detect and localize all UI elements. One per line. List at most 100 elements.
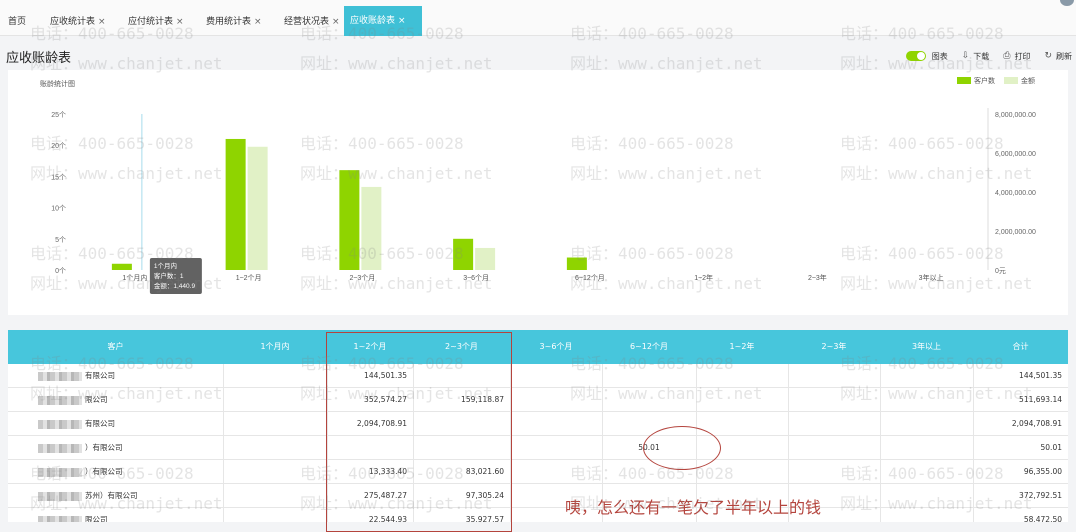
amount-cell (223, 388, 327, 412)
amount-cell (696, 388, 788, 412)
amount-cell: 511,693.14 (1019, 395, 1062, 404)
x-axis-tick-label: 1个月内 (122, 273, 147, 282)
page-title: 应收账龄表 (6, 51, 72, 66)
x-axis-tick-label: 3~6个月 (463, 274, 489, 282)
download-button[interactable]: ⇩ 下载 (962, 51, 990, 62)
column-header[interactable]: 6~12个月 (602, 330, 696, 364)
bar-customer-count (111, 263, 132, 270)
bar-amount (247, 146, 268, 270)
customer-name-cell: 有限公司 (38, 364, 223, 388)
y-axis-right-tick-label: 0元 (995, 267, 1006, 275)
y-axis-left-tick-label: 20个 (51, 142, 66, 150)
redacted-name (38, 467, 82, 477)
table-row[interactable]: 有限公司 2,094,708.91 2,094,708.91 (8, 412, 1068, 436)
column-header[interactable]: 3年以上 (880, 330, 973, 364)
y-axis-right-tick-label: 4,000,000.00 (995, 190, 1036, 197)
amount-cell (880, 388, 973, 412)
amount-cell: 372,792.51 (1019, 491, 1062, 500)
table-row[interactable]: 有限公司 144,501.35 144,501.35 (8, 364, 1068, 388)
legend-label-customer-count: 客户数 (974, 76, 995, 85)
tab-home[interactable]: 首页 (2, 8, 32, 36)
y-axis-left-tick-label: 25个 (51, 111, 66, 119)
table-row[interactable]: ）有限公司 13,333.40 83,021.60 96,355.00 (8, 460, 1068, 484)
amount-cell (788, 364, 880, 388)
amount-cell: 96,355.00 (1023, 467, 1062, 476)
amount-cell (880, 364, 973, 388)
toolbar: 图表 ⇩ 下载 ⎙ 打印 ↻ 刷新 (892, 48, 1072, 64)
bar-customer-count (566, 257, 587, 270)
amount-cell (223, 412, 327, 436)
customer-name-cell: 限公司 (38, 508, 223, 522)
y-axis-left-tick-label: 5个 (55, 236, 66, 244)
printer-icon: ⎙ (1003, 51, 1011, 61)
customer-name-text: 有限公司 (85, 371, 115, 380)
amount-cell (223, 436, 327, 460)
redacted-name (38, 443, 82, 453)
x-axis-tick-label: 6~12个月 (575, 274, 605, 282)
x-axis-tick-label: 2~3年 (808, 273, 827, 282)
amount-cell (223, 364, 327, 388)
print-button[interactable]: ⎙ 打印 (1003, 51, 1030, 62)
highlight-circle (643, 426, 721, 470)
amount-cell (510, 460, 602, 484)
amount-cell (788, 412, 880, 436)
aging-chart-card: 账龄统计图 0个 5个 10个 15个 20个 25个 0元 2,000,000.00 4,000… (8, 70, 1068, 315)
column-header[interactable]: 客户 (8, 330, 223, 364)
column-header[interactable]: 3~6个月 (510, 330, 602, 364)
bar-customer-count (339, 170, 360, 270)
aging-table: 客户 1个月内 1~2个月 2~3个月 3~6个月 6~12个月 1~2年 2~3年 3年以上合… (8, 330, 1068, 522)
amount-cell (788, 460, 880, 484)
table-row[interactable]: 限公司 352,574.27 159,118.87 511,693.14 (8, 388, 1068, 412)
amount-cell (880, 508, 973, 522)
amount-cell: 58,472.50 (1023, 515, 1062, 522)
tab-operation-status[interactable]: 经营状况表 × (278, 8, 346, 36)
avatar[interactable] (1060, 0, 1074, 6)
amount-cell (510, 364, 602, 388)
tooltip-count: 客户数：1 (154, 271, 184, 280)
annotation-text: 咦，怎么还有一笔欠了半年以上的钱 (565, 498, 822, 517)
refresh-icon: ↻ (1044, 51, 1052, 61)
column-header[interactable]: 1~2年 (696, 330, 788, 364)
download-icon: ⇩ (961, 51, 970, 61)
legend-swatch-amount (1004, 77, 1018, 84)
tab-receivable-aging[interactable]: 应收账龄表 × (344, 6, 422, 36)
column-header[interactable]: 1个月内 (223, 330, 327, 364)
amount-cell (510, 436, 602, 460)
chart-toggle[interactable]: 图表 (905, 51, 948, 62)
close-icon[interactable]: × (398, 16, 406, 26)
close-icon[interactable]: × (254, 17, 262, 27)
close-icon[interactable]: × (98, 17, 106, 27)
aging-chart: 账龄统计图 0个 5个 10个 15个 20个 25个 0元 2,000,000.00 4,000… (40, 76, 1036, 294)
customer-name-cell: ）有限公司 (38, 436, 223, 460)
customer-name-text: 限公司 (85, 515, 108, 522)
toggle-switch[interactable] (905, 51, 926, 61)
amount-cell: 2,094,708.91 (1011, 419, 1062, 428)
x-axis-tick-label: 1~2个月 (236, 274, 262, 282)
customer-name-cell: 苏州）有限公司 (38, 484, 223, 508)
table-row[interactable]: 苏州）有限公司 275,487.27 97,305.24 372,792.51 (8, 484, 1068, 508)
tooltip-amount: 金额：1,440.9 (154, 281, 196, 290)
legend-label-amount: 金额 (1021, 76, 1035, 85)
tab-receivable-stats[interactable]: 应收统计表 × (44, 8, 112, 36)
x-axis-tick-label: 1~2年 (694, 273, 713, 282)
amount-cell (880, 412, 973, 436)
y-axis-right-tick-label: 8,000,000.00 (995, 112, 1036, 119)
table-row[interactable]: 限公司 22,544.93 35,927.57 58,472.50 (8, 508, 1068, 522)
y-axis-left-tick-label: 10个 (51, 205, 66, 213)
redacted-name (38, 419, 82, 429)
customer-name-text: ）有限公司 (85, 443, 123, 452)
close-icon[interactable]: × (176, 17, 184, 27)
table-header: 客户 1个月内 1~2个月 2~3个月 3~6个月 6~12个月 1~2年 2~3年 3年以上合… (8, 330, 1068, 364)
tab-payable-stats[interactable]: 应付统计表 × (122, 8, 190, 36)
customer-name-cell: 有限公司 (38, 412, 223, 436)
amount-cell (602, 364, 696, 388)
tab-expense-stats[interactable]: 费用统计表 × (200, 8, 268, 36)
refresh-button[interactable]: ↻ 刷新 (1044, 51, 1072, 62)
close-icon[interactable]: × (332, 17, 340, 27)
column-header[interactable]: 合计 (973, 330, 1068, 364)
amount-cell (880, 484, 973, 508)
amount-cell (788, 388, 880, 412)
column-header[interactable]: 2~3年 (788, 330, 880, 364)
amount-cell (223, 508, 327, 522)
table-row[interactable]: ）有限公司 50.01 50.01 (8, 436, 1068, 460)
